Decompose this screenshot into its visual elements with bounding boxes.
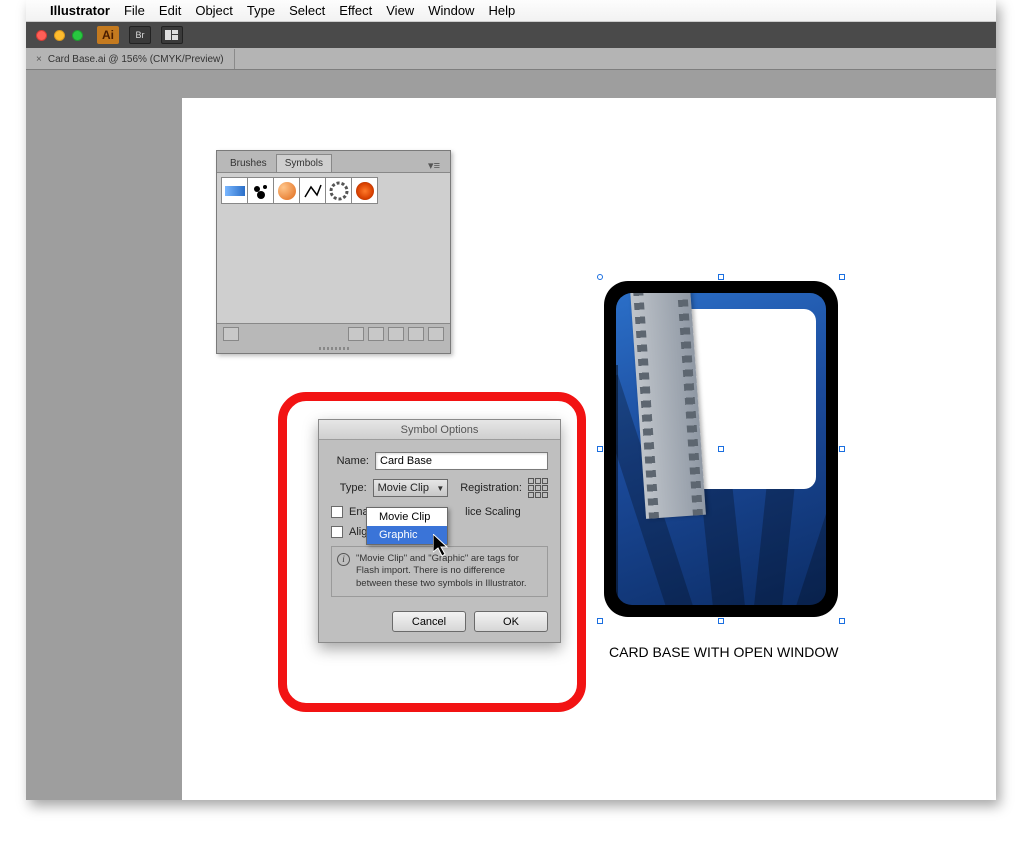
symbol-options-button[interactable] [388, 327, 404, 341]
panel-footer [217, 323, 450, 343]
artwork-caption: CARD BASE WITH OPEN WINDOW [609, 644, 838, 660]
menu-app[interactable]: Illustrator [50, 3, 110, 18]
nine-slice-label-right: lice Scaling [465, 506, 521, 518]
menu-select[interactable]: Select [289, 3, 325, 18]
mac-menubar: Illustrator File Edit Object Type Select… [26, 0, 996, 22]
menu-window[interactable]: Window [428, 3, 474, 18]
arrange-documents-button[interactable] [161, 26, 183, 44]
cursor-icon [433, 534, 453, 558]
pixel-grid-checkbox[interactable] [331, 526, 343, 538]
panel-menu-icon[interactable]: ▾≡ [422, 159, 446, 172]
menu-object[interactable]: Object [195, 3, 233, 18]
symbols-panel[interactable]: Brushes Symbols ▾≡ [216, 150, 451, 354]
name-label: Name: [331, 455, 369, 467]
symbol-libraries-button[interactable] [223, 327, 239, 341]
break-link-button[interactable] [368, 327, 384, 341]
dialog-title: Symbol Options [319, 420, 560, 440]
bridge-button[interactable]: Br [129, 26, 151, 44]
card-frame [604, 281, 838, 617]
document-tab-bar: × Card Base.ai @ 156% (CMYK/Preview) [26, 48, 996, 70]
document-tab[interactable]: × Card Base.ai @ 156% (CMYK/Preview) [26, 49, 235, 69]
delete-symbol-button[interactable] [428, 327, 444, 341]
tab-brushes[interactable]: Brushes [221, 154, 276, 172]
ai-app-icon: Ai [97, 26, 119, 44]
info-icon: i [337, 553, 350, 566]
minimize-window-icon[interactable] [54, 30, 65, 41]
dropdown-option-movieclip[interactable]: Movie Clip [367, 508, 447, 526]
new-symbol-button[interactable] [408, 327, 424, 341]
type-select-value: Movie Clip [378, 482, 429, 494]
symbols-grid[interactable] [217, 173, 450, 323]
menu-effect[interactable]: Effect [339, 3, 372, 18]
nine-slice-checkbox[interactable] [331, 506, 343, 518]
symbol-thumb[interactable] [273, 177, 300, 204]
menu-file[interactable]: File [124, 3, 145, 18]
registration-grid[interactable] [528, 478, 548, 498]
name-field[interactable] [375, 452, 548, 470]
registration-label: Registration: [460, 482, 522, 494]
app-titlebar: Ai Br [26, 22, 996, 48]
symbol-thumb[interactable] [325, 177, 352, 204]
menu-help[interactable]: Help [488, 3, 515, 18]
traffic-lights [36, 30, 83, 41]
cancel-button[interactable]: Cancel [392, 611, 466, 632]
zoom-window-icon[interactable] [72, 30, 83, 41]
info-text: "Movie Clip" and "Graphic" are tags for … [356, 553, 527, 589]
card-base-art[interactable] [604, 281, 838, 617]
ok-button[interactable]: OK [474, 611, 548, 632]
symbol-thumb[interactable] [351, 177, 378, 204]
place-symbol-button[interactable] [348, 327, 364, 341]
document-tab-title: Card Base.ai @ 156% (CMYK/Preview) [48, 54, 224, 65]
menu-edit[interactable]: Edit [159, 3, 181, 18]
close-tab-icon[interactable]: × [36, 54, 42, 65]
close-window-icon[interactable] [36, 30, 47, 41]
panel-tabs: Brushes Symbols ▾≡ [217, 151, 450, 173]
type-label: Type: [331, 482, 367, 494]
tab-symbols[interactable]: Symbols [276, 154, 332, 172]
chevron-down-icon: ▼ [436, 484, 444, 493]
menu-view[interactable]: View [386, 3, 414, 18]
symbol-thumb[interactable] [299, 177, 326, 204]
panel-resize-grip[interactable] [217, 343, 450, 353]
symbol-thumb[interactable] [221, 177, 248, 204]
menu-type[interactable]: Type [247, 3, 275, 18]
symbol-thumb[interactable] [247, 177, 274, 204]
type-select[interactable]: Movie Clip ▼ [373, 479, 449, 497]
